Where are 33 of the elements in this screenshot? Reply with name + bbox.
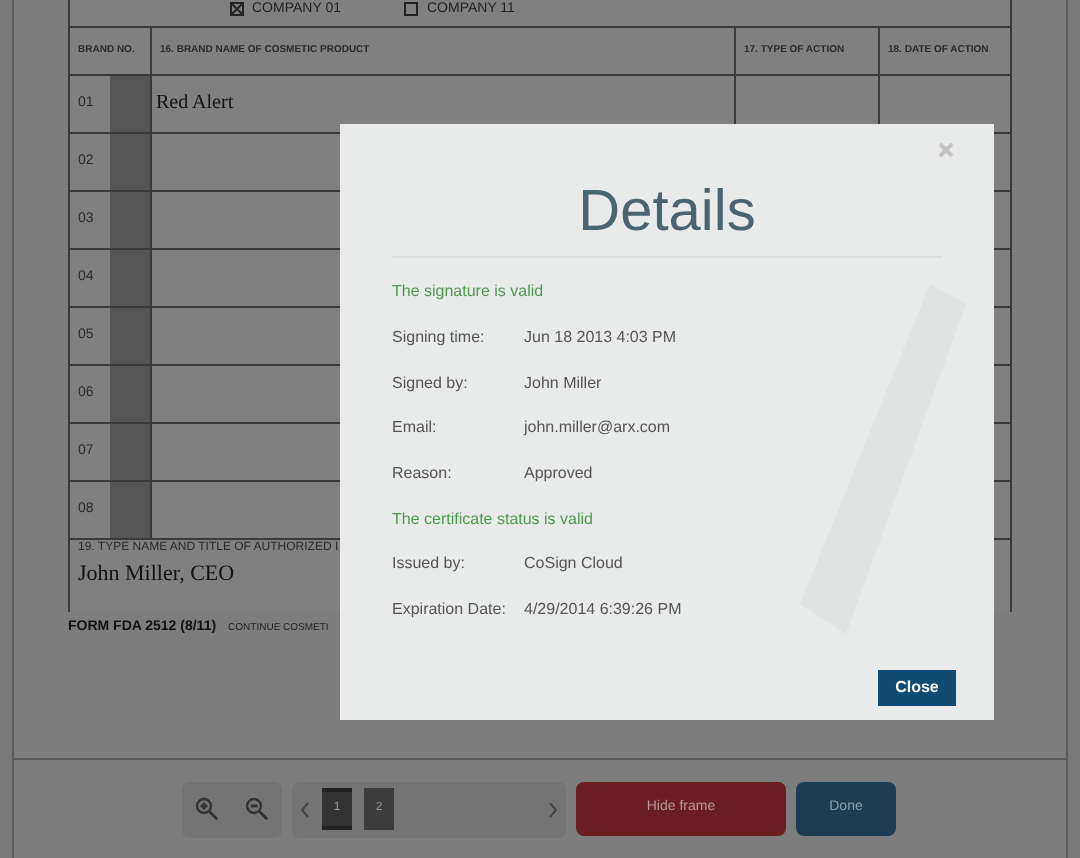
row-marker-strip: [110, 76, 150, 132]
chevron-left-icon[interactable]: [300, 801, 310, 817]
field-label: Signing time:: [392, 326, 487, 351]
row-marker-strip: [110, 482, 150, 538]
row-marker-strip: [110, 366, 150, 422]
field-value: John Miller: [524, 371, 602, 396]
zoom-in-icon: [194, 796, 220, 822]
chevron-right-icon[interactable]: [548, 801, 558, 817]
field-label: Reason:: [392, 462, 454, 487]
field-value: 4/29/2014 6:39:26 PM: [524, 598, 682, 623]
field-label: Issued by:: [392, 552, 467, 577]
x-mark-icon: [232, 4, 242, 14]
status-message: The certificate status is valid: [392, 507, 595, 532]
dialog-title: Details: [578, 178, 756, 248]
zoom-out-icon: [244, 796, 270, 822]
status-message: The signature is valid: [392, 280, 546, 305]
row-marker-strip: [110, 424, 150, 480]
signer-name: John Miller, CEO: [78, 560, 235, 590]
field-value: Jun 18 2013 4:03 PM: [524, 326, 677, 351]
row-marker-strip: [110, 192, 150, 248]
row-marker-strip: [110, 134, 150, 190]
field-label: Signed by:: [392, 371, 470, 396]
field-label: Email:: [392, 416, 439, 441]
row-marker-strip: [110, 250, 150, 306]
field-value: john.miller@arx.com: [524, 416, 671, 441]
checkbox[interactable]: [404, 2, 419, 16]
close-button[interactable]: Close: [878, 670, 956, 706]
field-value: Approved: [524, 462, 593, 487]
field-value: CoSign Cloud: [524, 552, 623, 577]
row-marker-strip: [110, 308, 150, 364]
field-label: Expiration Date:: [392, 598, 508, 623]
brand-name: Red Alert: [156, 92, 234, 114]
checkbox[interactable]: [230, 2, 244, 16]
